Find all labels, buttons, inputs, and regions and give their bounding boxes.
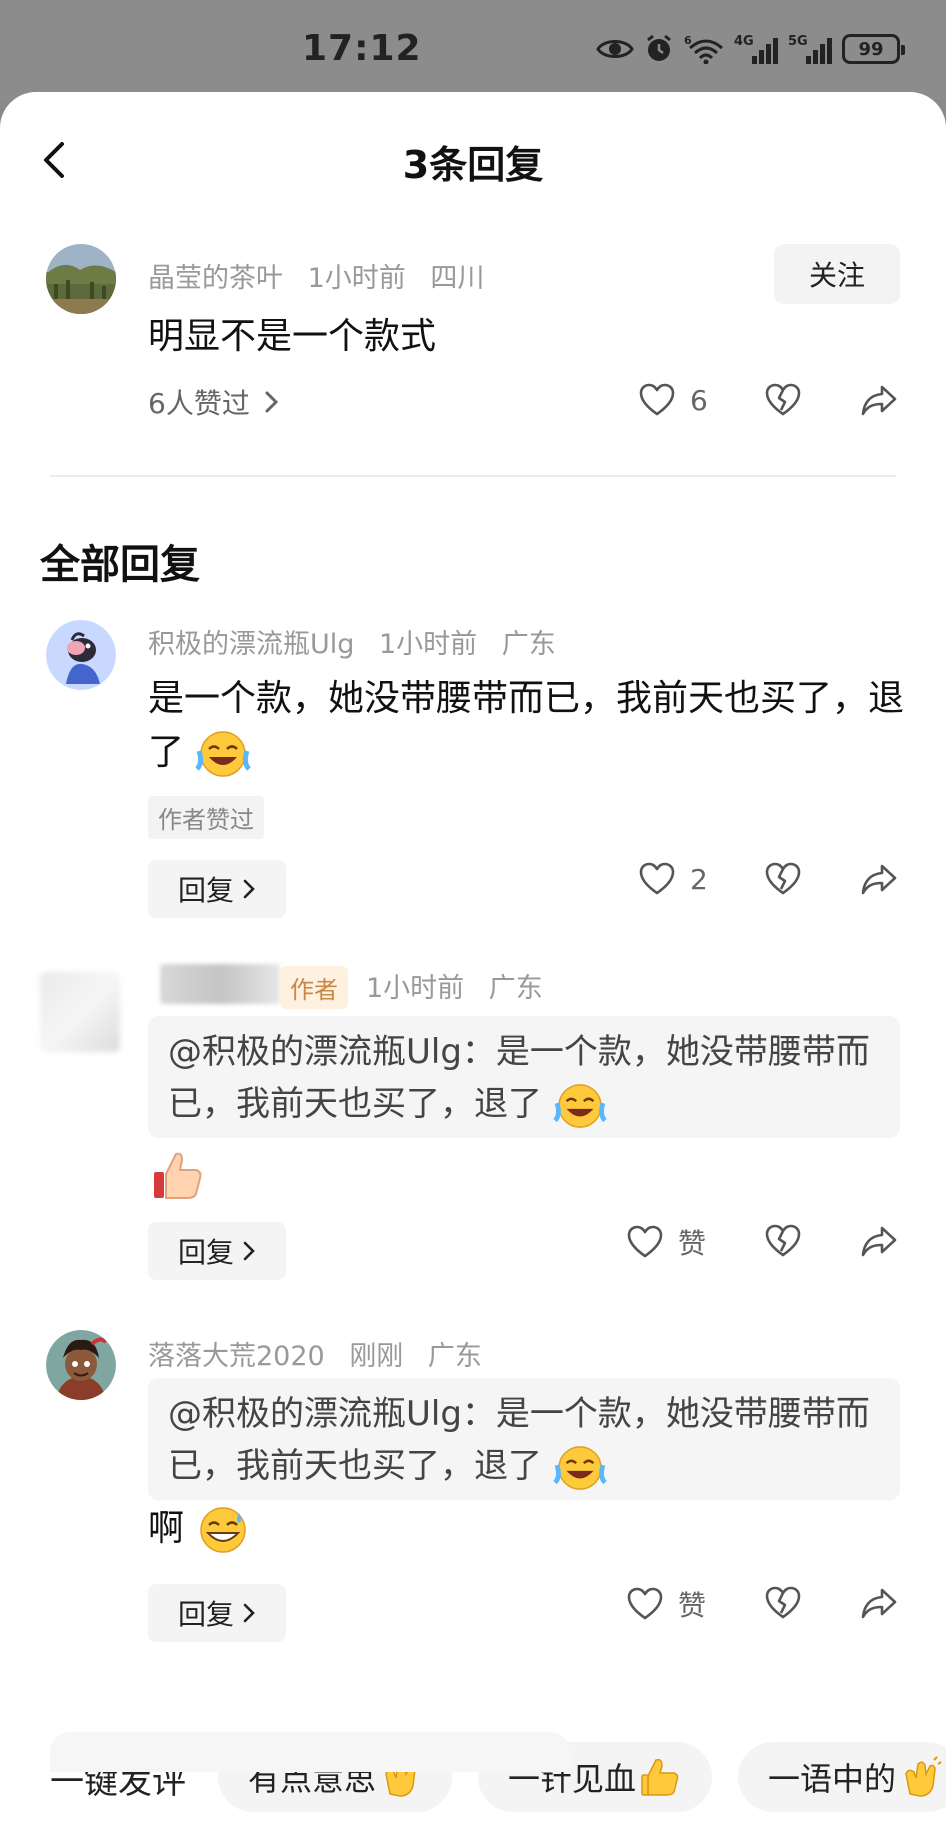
comment-meta: 晶莹的茶叶 1小时前 四川 xyxy=(148,256,500,295)
status-time: 17:12 xyxy=(302,28,422,69)
reply-button-label: 回复 xyxy=(177,874,234,907)
laugh-cry-emoji-icon xyxy=(195,731,252,777)
location: 广东 xyxy=(488,973,543,1004)
like-label: 赞 xyxy=(678,1227,707,1260)
clap-emoji-icon xyxy=(905,1756,942,1797)
reply-button[interactable]: 回复 xyxy=(148,1584,286,1642)
author-liked-badge: 作者赞过 xyxy=(148,796,264,839)
heart-icon xyxy=(639,383,675,416)
like-count: 6 xyxy=(690,383,708,417)
thumbs-up-emoji-icon xyxy=(641,1758,679,1796)
username[interactable]: 晶莹的茶叶 xyxy=(148,263,283,294)
thumbs-up-emoji-icon xyxy=(154,1152,202,1199)
signal-5g-icon: 5G xyxy=(788,34,832,64)
chevron-right-icon xyxy=(243,1603,255,1623)
broken-heart-icon xyxy=(765,862,801,895)
heart-icon xyxy=(639,862,675,895)
username[interactable]: 落落大荒2020 xyxy=(148,1341,325,1372)
like-button[interactable]: 2 xyxy=(638,860,708,898)
reply-button[interactable]: 回复 xyxy=(148,860,286,918)
reply-meta: 1小时前 广东 xyxy=(366,966,559,1005)
location: 广东 xyxy=(501,629,556,660)
battery-icon: 99 xyxy=(842,34,905,64)
reply-meta: 积极的漂流瓶Ulg 1小时前 广东 xyxy=(148,622,572,661)
username[interactable]: 积极的漂流瓶Ulg xyxy=(148,629,354,660)
follow-button[interactable]: 关注 xyxy=(774,244,900,304)
broken-heart-icon xyxy=(765,1586,801,1619)
share-button[interactable] xyxy=(860,1584,898,1622)
wifi-icon: 6 xyxy=(684,34,723,64)
share-icon xyxy=(861,1226,897,1257)
chevron-right-icon xyxy=(243,1241,255,1261)
likes-summary[interactable]: 6人赞过 xyxy=(148,382,280,422)
chevron-right-icon xyxy=(265,391,278,413)
avatar[interactable] xyxy=(46,1330,116,1400)
comment-content: 明显不是一个款式 xyxy=(148,316,437,357)
reply-content: 啊 xyxy=(148,1502,251,1556)
comment-input[interactable] xyxy=(50,1732,570,1772)
reply-text: 是一个款，她没带腰带而已，我前天也买了，退了 xyxy=(148,678,905,773)
chevron-right-icon xyxy=(243,879,255,899)
avatar[interactable] xyxy=(46,244,116,314)
signal-4g-icon: 4G xyxy=(734,34,778,64)
dislike-button[interactable] xyxy=(764,381,802,419)
quoted-text: @积极的漂流瓶Ulg：是一个款，她没带腰带而已，我前天也买了，退了 xyxy=(168,1394,870,1486)
author-tag: 作者 xyxy=(280,966,348,1009)
reply-button-label: 回复 xyxy=(177,1236,234,1269)
broken-heart-icon xyxy=(765,1224,801,1257)
reply-text: 啊 xyxy=(148,1508,185,1549)
heart-icon xyxy=(627,1225,663,1258)
share-button[interactable] xyxy=(860,860,898,898)
heart-icon xyxy=(627,1587,663,1620)
status-bar: 17:12 6 4G 5G 99 xyxy=(0,0,946,100)
quick-reply-chip[interactable]: 一语中的 xyxy=(738,1742,946,1812)
signal-5g-label: 5G xyxy=(788,34,808,49)
reply-button-label: 回复 xyxy=(177,1598,234,1631)
laugh-cry-emoji-icon xyxy=(553,1083,607,1128)
signal-4g-label: 4G xyxy=(734,34,754,49)
location: 广东 xyxy=(427,1341,482,1372)
like-button[interactable]: 赞 xyxy=(626,1584,706,1624)
broken-heart-icon xyxy=(765,383,801,416)
share-button[interactable] xyxy=(860,381,898,419)
share-button[interactable] xyxy=(860,1222,898,1260)
quoted-reply[interactable]: @积极的漂流瓶Ulg：是一个款，她没带腰带而已，我前天也买了，退了 xyxy=(148,1016,900,1138)
status-icons: 6 4G 5G 99 xyxy=(596,34,905,64)
quoted-text: @积极的漂流瓶Ulg：是一个款，她没带腰带而已，我前天也买了，退了 xyxy=(168,1032,870,1124)
like-button[interactable]: 6 xyxy=(638,381,708,419)
section-title: 全部回复 xyxy=(40,542,200,588)
location: 四川 xyxy=(430,263,485,294)
share-icon xyxy=(861,864,897,895)
battery-level: 99 xyxy=(858,38,884,60)
reply-button[interactable]: 回复 xyxy=(148,1222,286,1280)
timestamp: 1小时前 xyxy=(307,263,406,294)
username-blurred[interactable] xyxy=(160,964,280,1004)
like-count: 2 xyxy=(690,862,708,896)
dislike-button[interactable] xyxy=(764,860,802,898)
divider xyxy=(50,475,896,477)
timestamp: 1小时前 xyxy=(366,973,465,1004)
alarm-icon xyxy=(647,34,671,61)
avatar[interactable] xyxy=(40,972,120,1052)
eye-icon xyxy=(596,40,634,58)
dislike-button[interactable] xyxy=(764,1584,802,1622)
svg-text:6: 6 xyxy=(684,34,692,47)
timestamp: 刚刚 xyxy=(349,1341,404,1372)
like-label: 赞 xyxy=(678,1589,707,1622)
share-icon xyxy=(861,385,897,416)
timestamp: 1小时前 xyxy=(379,629,478,660)
dislike-button[interactable] xyxy=(764,1222,802,1260)
replies-sheet: 3条回复 晶莹的茶叶 1小时前 四川 关注 明显不是一个款式 6人赞过 6 全部… xyxy=(0,92,946,1844)
laugh-cry-emoji-icon xyxy=(553,1445,607,1490)
reply-content: 是一个款，她没带腰带而已，我前天也买了，退了 xyxy=(148,672,908,780)
chip-label: 一语中的 xyxy=(768,1760,897,1798)
reply-meta: 落落大荒2020 刚刚 广东 xyxy=(148,1334,498,1373)
like-button[interactable]: 赞 xyxy=(626,1222,706,1262)
avatar[interactable] xyxy=(46,620,116,690)
quoted-reply[interactable]: @积极的漂流瓶Ulg：是一个款，她没带腰带而已，我前天也买了，退了 xyxy=(148,1378,900,1500)
share-icon xyxy=(861,1588,897,1619)
likes-summary-text: 6人赞过 xyxy=(148,387,250,420)
page-title: 3条回复 xyxy=(402,143,544,187)
sweat-smile-emoji-icon xyxy=(200,1507,247,1553)
